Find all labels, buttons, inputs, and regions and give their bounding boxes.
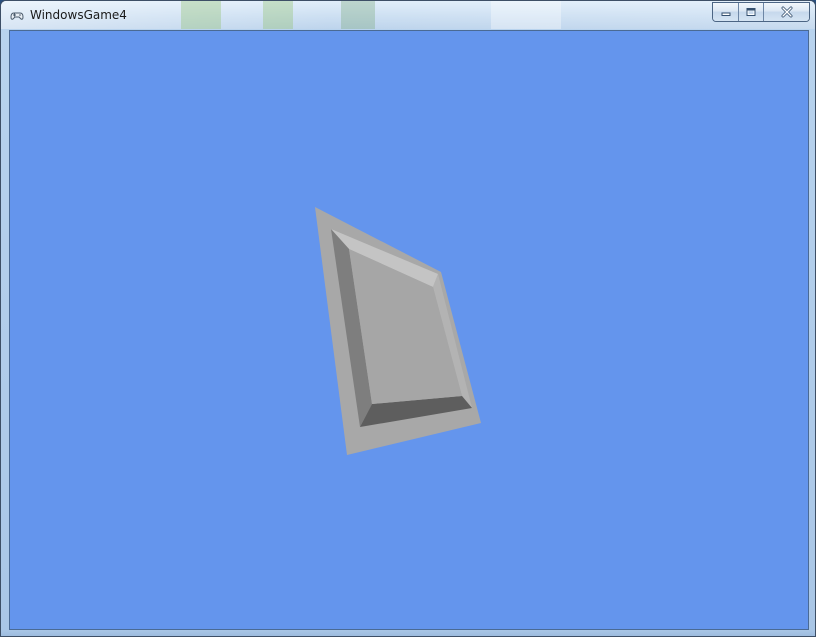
gamepad-icon	[9, 7, 25, 23]
close-icon	[781, 6, 792, 18]
close-button[interactable]	[764, 3, 809, 21]
maximize-button[interactable]	[739, 3, 764, 21]
game-scene	[315, 207, 481, 455]
maximize-icon	[746, 8, 756, 16]
minimize-icon	[721, 12, 730, 16]
caption-buttons	[712, 2, 810, 22]
game-viewport[interactable]	[9, 30, 809, 630]
window-title: WindowsGame4	[30, 8, 127, 22]
aero-blur-hint	[341, 1, 375, 29]
minimize-button[interactable]	[713, 3, 739, 21]
game-window: WindowsGame4	[0, 0, 816, 637]
aero-blur-hint	[491, 1, 561, 29]
aero-blur-hint	[181, 1, 221, 29]
aero-blur-hint	[263, 1, 293, 29]
title-bar[interactable]: WindowsGame4	[1, 1, 815, 29]
window-bottom-border	[1, 630, 815, 636]
